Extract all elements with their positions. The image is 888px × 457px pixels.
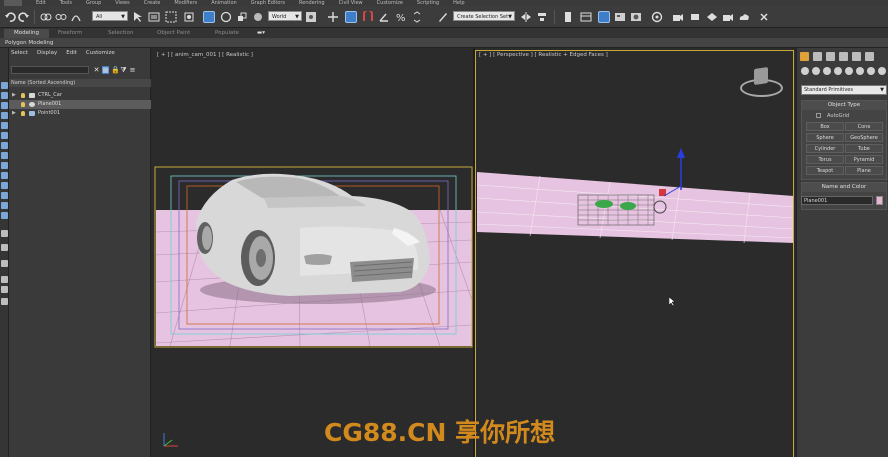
object-category-dropdown[interactable]: Standard Primitives ▼ — [801, 85, 887, 95]
object-type-rollout: Object Type AutoGrid Box Cone Sphere Geo… — [801, 100, 887, 180]
panel-menu-icon[interactable] — [878, 67, 886, 75]
object-name-field[interactable]: Plane001 — [801, 196, 873, 205]
hierarchy-tab-icon[interactable] — [826, 52, 835, 61]
pyramid-button[interactable]: Pyramid — [845, 155, 883, 164]
torus-button[interactable]: Torus — [806, 155, 844, 164]
tube-button[interactable]: Tube — [845, 144, 883, 153]
shapes-icon[interactable] — [812, 67, 820, 75]
object-category-value: Standard Primitives — [804, 87, 853, 93]
space-warps-icon[interactable] — [856, 67, 864, 75]
lights-icon[interactable] — [823, 67, 831, 75]
modify-tab-icon[interactable] — [813, 52, 822, 61]
command-panel: Standard Primitives ▼ Object Type AutoGr… — [796, 48, 888, 457]
geosphere-button[interactable]: GeoSphere — [845, 133, 883, 142]
axis-tripod-icon — [163, 433, 178, 447]
systems-icon[interactable] — [867, 67, 875, 75]
viewcube-icon[interactable] — [754, 67, 768, 85]
cone-button[interactable]: Cone — [845, 122, 883, 131]
right-viewport-label[interactable]: [ + ] [ Perspective ] [ Realistic + Edge… — [479, 52, 608, 58]
autogrid-check-icon[interactable] — [816, 113, 821, 118]
watermark-text: CG88.CN 享你所想 — [324, 418, 556, 447]
chevron-down-icon: ▼ — [880, 87, 884, 93]
sphere-button[interactable]: Sphere — [806, 133, 844, 142]
object-color-swatch[interactable] — [876, 196, 883, 205]
create-tab-icon[interactable] — [800, 52, 809, 61]
teapot-button[interactable]: Teapot — [806, 166, 844, 175]
command-panel-tabs — [797, 51, 888, 61]
box-button[interactable]: Box — [806, 122, 844, 131]
mouse-cursor-icon — [669, 297, 676, 307]
active-viewport-frame — [475, 50, 794, 457]
create-category-icons — [797, 66, 888, 76]
name-and-color-title[interactable]: Name and Color — [802, 183, 886, 192]
cameras-icon[interactable] — [834, 67, 842, 75]
autogrid-label: AutoGrid — [827, 113, 850, 119]
helpers-icon[interactable] — [845, 67, 853, 75]
plane-button[interactable]: Plane — [845, 166, 883, 175]
autogrid-checkbox[interactable]: AutoGrid — [816, 113, 849, 119]
utilities-tab-icon[interactable] — [865, 52, 874, 61]
geometry-icon[interactable] — [801, 67, 809, 75]
cylinder-button[interactable]: Cylinder — [806, 144, 844, 153]
display-tab-icon[interactable] — [852, 52, 861, 61]
car-model — [196, 173, 430, 296]
object-type-title[interactable]: Object Type — [802, 101, 886, 110]
motion-tab-icon[interactable] — [839, 52, 848, 61]
